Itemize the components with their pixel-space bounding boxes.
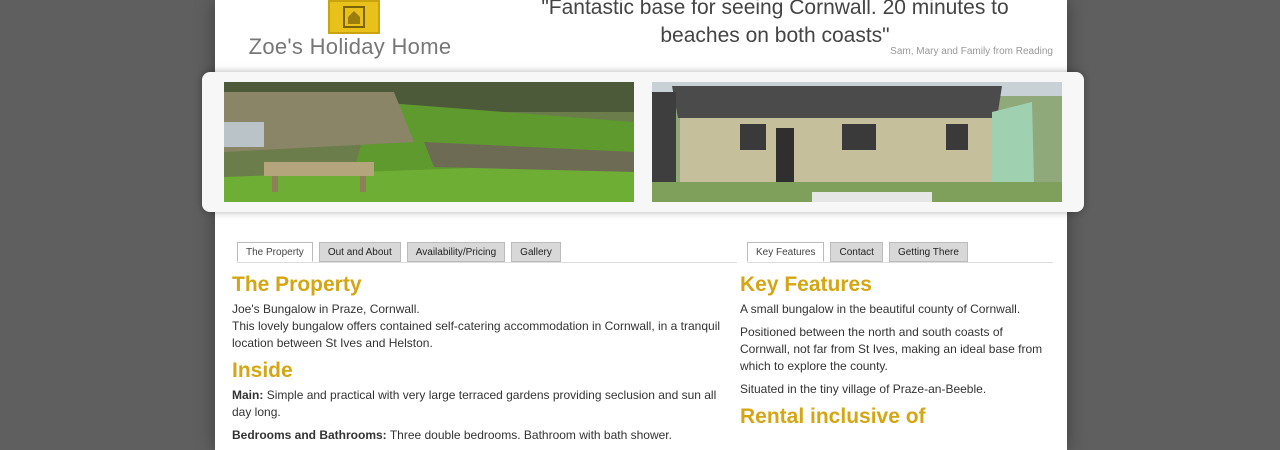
site-logo[interactable]: Zoe's Holiday Home [215, 0, 485, 70]
key-features-heading: Key Features [740, 273, 872, 296]
tab-the-property[interactable]: The Property [237, 242, 313, 262]
property-line-2: This lovely bungalow offers contained se… [232, 319, 721, 350]
house-logo-icon [328, 0, 380, 34]
testimonial-quote: "Fantastic base for seeing Cornwall. 20 … [541, 0, 1009, 47]
tab-out-and-about[interactable]: Out and About [318, 242, 401, 262]
garden-photo-icon[interactable] [224, 82, 634, 202]
tab-contact[interactable]: Contact [830, 242, 883, 262]
bedrooms-text: Three double bedrooms. Bathroom with bat… [389, 428, 672, 442]
page-container: Zoe's Holiday Home "Fantastic base for s… [215, 0, 1067, 450]
features-content: Key Features A small bungalow in the bea… [740, 272, 1053, 433]
property-line-1: Joe's Bungalow in Praze, Cornwall. [232, 302, 420, 316]
tab-gallery[interactable]: Gallery [511, 242, 561, 262]
bedrooms-label: Bedrooms and Bathrooms: [232, 428, 387, 442]
rental-inclusive-heading: Rental inclusive of [740, 405, 926, 428]
property-tabs: The Property Out and About Availability/… [237, 236, 737, 263]
site-name: Zoe's Holiday Home [248, 34, 452, 59]
main-label: Main: [232, 388, 264, 402]
feature-paragraph-3: Situated in the tiny village of Praze-an… [740, 382, 987, 396]
inside-bedrooms: Bedrooms and Bathrooms: Three double bed… [232, 427, 732, 444]
feature-paragraph-1: A small bungalow in the beautiful county… [740, 302, 1021, 316]
inside-heading: Inside [232, 359, 293, 382]
tab-key-features[interactable]: Key Features [747, 242, 825, 262]
main-text: Simple and practical with very large ter… [232, 388, 717, 419]
feature-tabs: Key Features Contact Getting There [747, 236, 1053, 263]
testimonial-source: Sam, Mary and Family from Reading [890, 46, 1053, 57]
feature-paragraph-2: Positioned between the north and south c… [740, 325, 1043, 373]
photo-strip [202, 72, 1084, 212]
property-heading: The Property [232, 273, 362, 296]
property-content: The Property Joe's Bungalow in Praze, Co… [232, 272, 732, 450]
tab-availability-pricing[interactable]: Availability/Pricing [406, 242, 506, 262]
tab-getting-there[interactable]: Getting There [888, 242, 968, 262]
inside-main: Main: Simple and practical with very lar… [232, 387, 732, 421]
bungalow-photo-icon[interactable] [652, 82, 1062, 202]
